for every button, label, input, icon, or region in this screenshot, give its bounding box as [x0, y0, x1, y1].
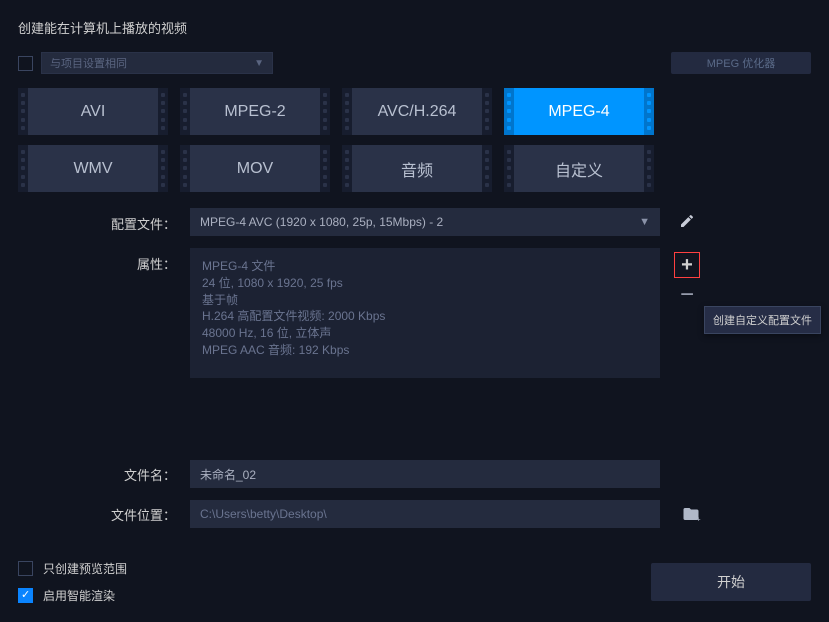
- attr-label: 属性：: [96, 248, 176, 273]
- format-audio[interactable]: 音频: [342, 145, 492, 192]
- chevron-down-icon: ▼: [639, 216, 650, 228]
- attr-line: 24 位, 1080 x 1920, 25 fps: [202, 275, 648, 292]
- filelocation-input[interactable]: C:\Users\betty\Desktop\: [190, 500, 660, 528]
- format-label: 自定义: [555, 157, 603, 181]
- format-label: AVI: [81, 103, 106, 121]
- profile-select[interactable]: MPEG-4 AVC (1920 x 1080, 25p, 15Mbps) - …: [190, 208, 660, 236]
- attr-line: 48000 Hz, 16 位, 立体声: [202, 325, 648, 342]
- smart-render-label: 启用智能渲染: [43, 587, 115, 604]
- format-wmv[interactable]: WMV: [18, 145, 168, 192]
- format-label: MPEG-4: [548, 103, 609, 121]
- filelocation-label: 文件位置：: [96, 505, 176, 524]
- format-label: MPEG-2: [224, 103, 285, 121]
- format-mpeg2[interactable]: MPEG-2: [180, 88, 330, 135]
- smart-render-checkbox[interactable]: [18, 588, 33, 603]
- plus-icon: +: [681, 255, 693, 275]
- format-label: MOV: [237, 160, 273, 178]
- format-mov[interactable]: MOV: [180, 145, 330, 192]
- format-label: WMV: [73, 160, 112, 178]
- mpeg-optimizer-button[interactable]: MPEG 优化器: [671, 52, 811, 74]
- project-same-dropdown[interactable]: 与项目设置相同 ▼: [41, 52, 273, 74]
- svg-text:+: +: [696, 515, 701, 524]
- remove-profile-button[interactable]: −: [674, 282, 700, 308]
- format-avi[interactable]: AVI: [18, 88, 168, 135]
- format-label: AVC/H.264: [378, 103, 457, 121]
- page-title: 创建能在计算机上播放的视频: [18, 18, 811, 37]
- minus-icon: −: [680, 283, 694, 307]
- format-avc-h264[interactable]: AVC/H.264: [342, 88, 492, 135]
- attr-line: H.264 高配置文件视频: 2000 Kbps: [202, 308, 648, 325]
- project-same-checkbox[interactable]: [18, 56, 33, 71]
- chevron-down-icon: ▼: [254, 58, 264, 69]
- filename-label: 文件名：: [96, 465, 176, 484]
- attributes-box: MPEG-4 文件 24 位, 1080 x 1920, 25 fps 基于帧 …: [190, 248, 660, 378]
- attr-line: MPEG-4 文件: [202, 258, 648, 275]
- folder-plus-icon: +: [681, 505, 701, 523]
- project-same-label: 与项目设置相同: [50, 55, 127, 71]
- profile-value: MPEG-4 AVC (1920 x 1080, 25p, 15Mbps) - …: [200, 215, 443, 229]
- preview-only-label: 只创建预览范围: [43, 560, 127, 577]
- tooltip: 创建自定义配置文件: [704, 306, 821, 334]
- attr-line: 基于帧: [202, 292, 648, 309]
- start-button[interactable]: 开始: [651, 563, 811, 601]
- format-label: 音频: [401, 157, 433, 181]
- preview-only-checkbox[interactable]: [18, 561, 33, 576]
- add-profile-button[interactable]: +: [674, 252, 700, 278]
- browse-folder-button[interactable]: +: [678, 501, 704, 527]
- format-custom[interactable]: 自定义: [504, 145, 654, 192]
- attr-line: MPEG AAC 音频: 192 Kbps: [202, 342, 648, 359]
- format-mpeg4[interactable]: MPEG-4: [504, 88, 654, 135]
- profile-label: 配置文件：: [96, 208, 176, 233]
- pencil-icon: [679, 213, 695, 229]
- filename-input[interactable]: 未命名_02: [190, 460, 660, 488]
- edit-profile-button[interactable]: [674, 208, 700, 234]
